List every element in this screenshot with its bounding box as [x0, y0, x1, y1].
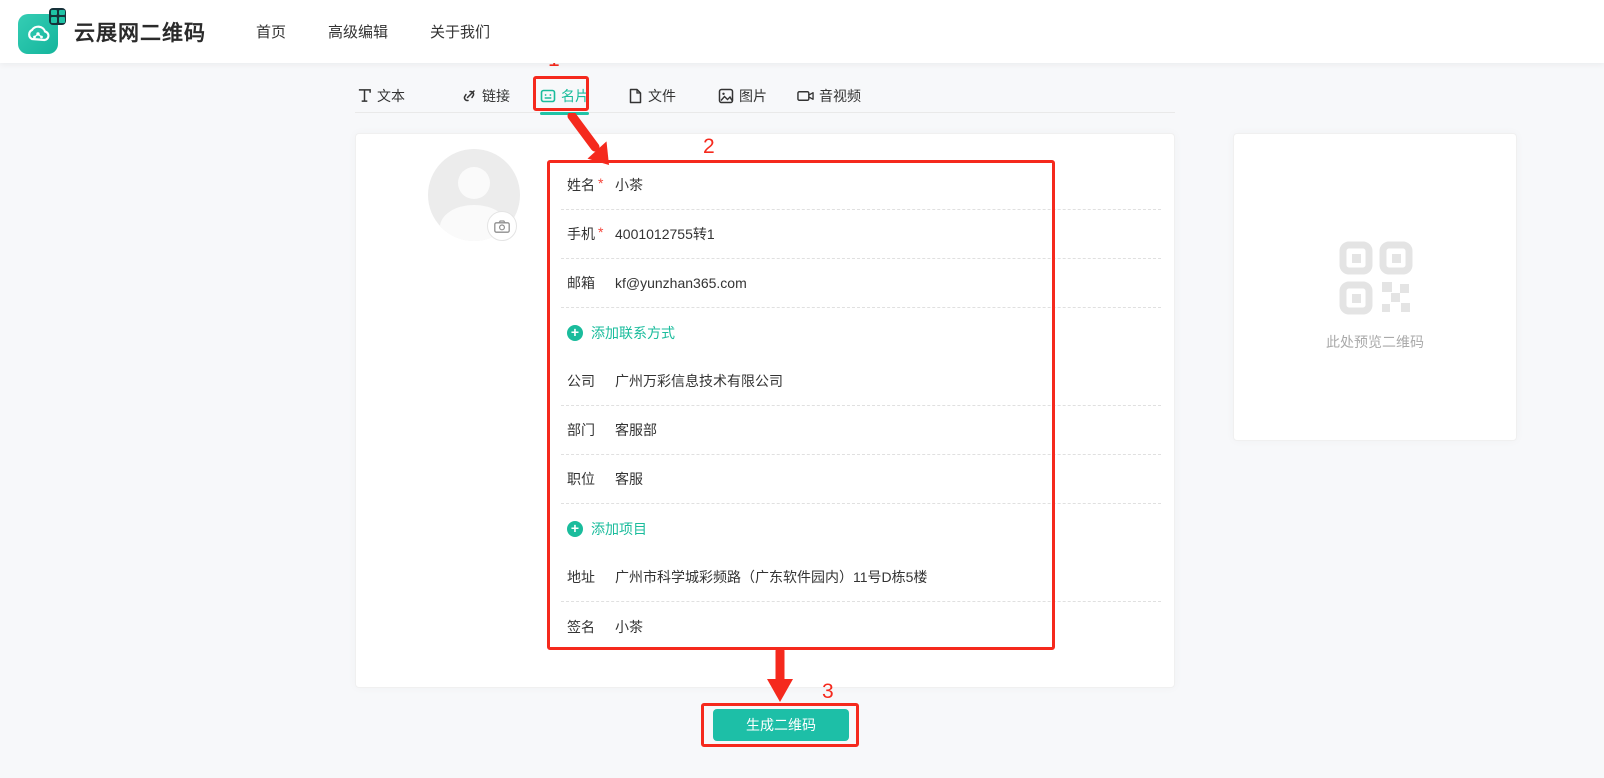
qr-placeholder-icon — [1338, 240, 1414, 316]
form-row-email: 邮箱 kf@yunzhan365.com — [561, 259, 1161, 308]
qr-preview-placeholder-text: 此处预览二维码 — [1234, 332, 1516, 352]
main-nav: 首页 高级编辑 关于我们 — [256, 21, 490, 42]
field-label: 手机 — [567, 224, 595, 244]
image-icon — [718, 88, 734, 104]
phone-field[interactable]: 4001012755转1 — [615, 224, 715, 244]
form-row-phone: 手机* 4001012755转1 — [561, 210, 1161, 259]
add-contact-label: 添加联系方式 — [591, 323, 675, 343]
tab-file[interactable]: 文件 — [628, 78, 676, 113]
business-card-icon — [540, 88, 556, 104]
required-mark: * — [598, 175, 603, 195]
field-label: 签名 — [567, 617, 595, 637]
tab-image[interactable]: 图片 — [718, 78, 767, 113]
tab-label: 音视频 — [819, 86, 861, 106]
department-field[interactable]: 客服部 — [615, 420, 657, 440]
qr-badge-icon — [49, 8, 66, 25]
tab-label: 文本 — [377, 86, 405, 106]
brand-logo — [18, 8, 66, 56]
add-contact-method-button[interactable]: + 添加联系方式 — [561, 308, 1161, 357]
camera-icon[interactable] — [487, 211, 517, 241]
add-project-label: 添加项目 — [591, 519, 647, 539]
nav-about-us[interactable]: 关于我们 — [430, 21, 490, 42]
name-field[interactable]: 小茶 — [615, 175, 643, 195]
file-icon — [628, 88, 643, 104]
add-project-button[interactable]: + 添加项目 — [561, 504, 1161, 553]
form-row-name: 姓名* 小茶 — [561, 161, 1161, 210]
form-row-signature: 签名 小茶 — [561, 602, 1161, 651]
qr-preview-panel: 此处预览二维码 — [1233, 133, 1517, 441]
content-type-tabbar: 文本 链接 名片 文件 — [355, 78, 1175, 113]
generate-qr-button[interactable]: 生成二维码 — [713, 709, 849, 741]
plus-icon: + — [567, 521, 583, 537]
field-label: 地址 — [567, 567, 595, 587]
tab-label: 文件 — [648, 86, 676, 106]
plus-icon: + — [567, 325, 583, 341]
brand-title: 云展网二维码 — [74, 17, 206, 47]
tab-audio-video[interactable]: 音视频 — [797, 78, 861, 113]
address-field[interactable]: 广州市科学城彩频路（广东软件园内）11号D栋5楼 — [615, 567, 927, 587]
field-label: 姓名 — [567, 175, 595, 195]
app-header: 云展网二维码 首页 高级编辑 关于我们 — [0, 0, 1604, 63]
tab-label: 链接 — [482, 86, 510, 106]
page: 云展网二维码 首页 高级编辑 关于我们 文本 链接 — [0, 0, 1604, 778]
link-icon — [461, 88, 477, 104]
video-icon — [797, 89, 814, 103]
tab-label: 图片 — [739, 86, 767, 106]
field-label: 部门 — [567, 420, 595, 440]
nav-home[interactable]: 首页 — [256, 21, 286, 42]
text-icon — [357, 88, 372, 103]
field-label: 职位 — [567, 469, 595, 489]
tab-link[interactable]: 链接 — [461, 78, 510, 113]
form-row-position: 职位 客服 — [561, 455, 1161, 504]
nav-advanced-edit[interactable]: 高级编辑 — [328, 21, 388, 42]
company-field[interactable]: 广州万彩信息技术有限公司 — [615, 371, 783, 391]
tab-text[interactable]: 文本 — [357, 78, 405, 113]
avatar-silhouette — [458, 167, 490, 199]
field-label: 公司 — [567, 371, 595, 391]
signature-field[interactable]: 小茶 — [615, 617, 643, 637]
business-card-form-panel: 姓名* 小茶 手机* 4001012755转1 邮箱 kf@yunzhan365… — [355, 133, 1175, 688]
tab-business-card[interactable]: 名片 — [540, 78, 589, 113]
form-row-company: 公司 广州万彩信息技术有限公司 — [561, 357, 1161, 406]
field-label: 邮箱 — [567, 273, 595, 293]
form-row-address: 地址 广州市科学城彩频路（广东软件园内）11号D栋5楼 — [561, 553, 1161, 602]
position-field[interactable]: 客服 — [615, 469, 643, 489]
form-row-department: 部门 客服部 — [561, 406, 1161, 455]
contact-form: 姓名* 小茶 手机* 4001012755转1 邮箱 kf@yunzhan365… — [561, 161, 1161, 651]
email-field[interactable]: kf@yunzhan365.com — [615, 275, 747, 291]
tab-label: 名片 — [561, 86, 589, 106]
required-mark: * — [598, 224, 603, 244]
